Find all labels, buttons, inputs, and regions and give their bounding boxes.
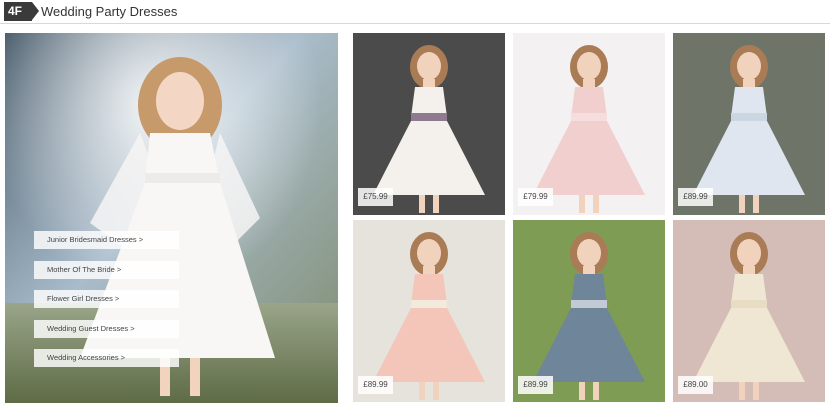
link-wedding-accessories[interactable]: Wedding Accessories > bbox=[34, 349, 179, 368]
hero-banner[interactable]: Junior Bridesmaid Dresses > Mother Of Th… bbox=[5, 33, 338, 403]
price-tag: £89.99 bbox=[358, 376, 393, 394]
price-tag: £89.99 bbox=[678, 188, 713, 206]
product-image bbox=[353, 220, 505, 402]
link-junior-bridesmaid-dresses[interactable]: Junior Bridesmaid Dresses > bbox=[34, 231, 179, 249]
product-tile[interactable]: £75.99 bbox=[353, 33, 505, 215]
product-image bbox=[513, 220, 665, 402]
floor-badge: 4F bbox=[4, 2, 39, 21]
price-tag: £75.99 bbox=[358, 188, 393, 206]
link-mother-of-the-bride[interactable]: Mother Of The Bride > bbox=[34, 260, 179, 279]
price-tag: £79.99 bbox=[518, 188, 553, 206]
link-wedding-guest-dresses[interactable]: Wedding Guest Dresses > bbox=[34, 319, 179, 338]
category-links: Junior Bridesmaid Dresses > Mother Of Th… bbox=[34, 231, 179, 379]
product-image bbox=[673, 220, 825, 402]
link-flower-girl-dresses[interactable]: Flower Girl Dresses > bbox=[34, 290, 179, 309]
section-header: 4F Wedding Party Dresses bbox=[0, 0, 830, 24]
price-tag: £89.99 bbox=[518, 376, 553, 394]
product-tile[interactable]: £89.99 bbox=[513, 220, 665, 402]
product-tile[interactable]: £89.00 bbox=[673, 220, 825, 402]
price-tag: £89.00 bbox=[678, 376, 713, 394]
section-title: Wedding Party Dresses bbox=[41, 4, 178, 19]
product-tile[interactable]: £89.99 bbox=[673, 33, 825, 215]
product-tile[interactable]: £89.99 bbox=[353, 220, 505, 402]
product-tile[interactable]: £79.99 bbox=[513, 33, 665, 215]
